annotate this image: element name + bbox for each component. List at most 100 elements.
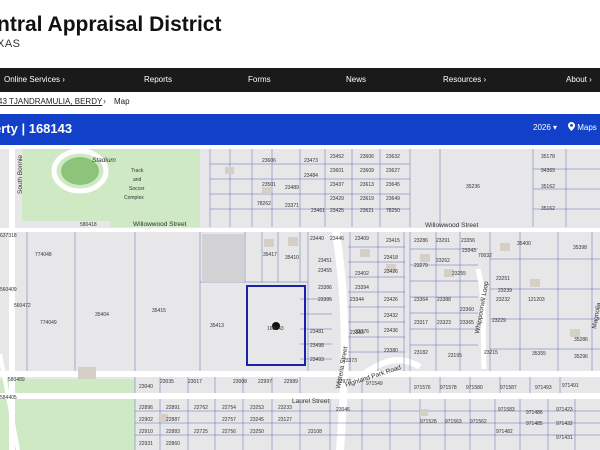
parcel-label: 23402: [355, 271, 369, 277]
parcel-label: 23250: [250, 429, 264, 435]
parcel-label: 971562: [470, 419, 487, 425]
landmark-label: Track: [131, 168, 144, 174]
parcel-label: 23429: [330, 196, 344, 202]
property-title-bar: erty | 168143 2026 ▾ Maps: [0, 114, 600, 145]
parcel-label: 23127: [278, 417, 292, 423]
breadcrumb-current: Map: [114, 97, 130, 106]
parcel-label: 22860: [166, 441, 180, 447]
site-title[interactable]: ntral Appraisal District: [0, 13, 221, 37]
parcel-label: 971491: [562, 383, 579, 389]
parcel-label: 23239: [498, 288, 512, 294]
parcel-label: 23255: [452, 271, 466, 277]
parcel-label: 971580: [466, 385, 483, 391]
parcel-label: 35404: [95, 312, 109, 318]
maps-button[interactable]: Maps: [568, 122, 597, 132]
nav-news[interactable]: News: [346, 68, 366, 92]
parcel-label: 22902: [139, 417, 153, 423]
parcel-label: 22891: [166, 405, 180, 411]
parcel-label: 23182: [414, 350, 428, 356]
parcel-label: 23364: [414, 297, 428, 303]
nav-reports[interactable]: Reports: [144, 68, 172, 92]
parcel-label: 23613: [360, 182, 374, 188]
parcel-label: 23455: [318, 268, 332, 274]
parcel-label: 23437: [330, 182, 344, 188]
parcel-label: 584405: [0, 395, 17, 401]
parcel-label: 23425: [330, 208, 344, 214]
site-subtitle: XAS: [0, 38, 21, 50]
parcel-label: 23233: [278, 405, 292, 411]
parcel-label: 22997: [258, 379, 272, 385]
parcel-label: 560409: [0, 287, 17, 293]
parcel-map[interactable]: Willowwood Street Willowwood Street Laur…: [0, 149, 600, 450]
parcel-label: 23017: [188, 379, 202, 385]
year-value: 2026: [533, 123, 551, 132]
parcel-label: 560472: [14, 303, 31, 309]
parcel-label: 971563: [445, 419, 462, 425]
parcel-label: 23446: [330, 236, 344, 242]
parcel-label: 23601: [330, 168, 344, 174]
parcel-label: 23195: [448, 353, 462, 359]
parcel-label: 22887: [166, 417, 180, 423]
parcel-label: 774048: [35, 252, 52, 258]
parcel-label: 23251: [496, 276, 510, 282]
breadcrumb-owner-link[interactable]: 43 TJANDRAMULIA, BERDY: [0, 97, 102, 106]
park-area: [0, 379, 135, 450]
parcel-label: 23481: [310, 329, 324, 335]
nav-forms[interactable]: Forms: [248, 68, 271, 92]
parcel-label: 971549: [366, 381, 383, 387]
parcel-label: 23286: [414, 238, 428, 244]
parcel-label: 580418: [80, 222, 97, 228]
landmark-label: Complex: [124, 195, 144, 201]
parcel-label: 23365: [460, 320, 474, 326]
nav-about[interactable]: About ›: [566, 68, 592, 92]
parcel-label: 23609: [360, 168, 374, 174]
parcel-label: 22896: [139, 405, 153, 411]
parcel-label: 971493: [535, 385, 552, 391]
maps-label: Maps: [577, 123, 597, 132]
nav-online-services[interactable]: Online Services ›: [4, 68, 65, 92]
parcel-label: 23649: [386, 196, 400, 202]
parcel-label: 23360: [460, 307, 474, 313]
parcel-label: 23380: [384, 348, 398, 354]
parcel-label: 23323: [437, 320, 451, 326]
map-canvas[interactable]: Willowwood Street Willowwood Street Laur…: [0, 149, 600, 450]
parcel-label: 23645: [386, 182, 400, 188]
parcel-label: 23371: [285, 203, 299, 209]
nav-label: Forms: [248, 75, 271, 84]
year-select[interactable]: 2026 ▾: [533, 123, 557, 132]
parcel-label: 23418: [384, 255, 398, 261]
parcel-label: 23432: [384, 313, 398, 319]
nav-label: News: [346, 75, 367, 84]
parcel-label: 971431: [556, 435, 573, 441]
parcel-label: 580489: [8, 377, 25, 383]
chevron-right-icon: ›: [483, 75, 487, 84]
parcel-label: 22757: [222, 417, 236, 423]
nav-resources[interactable]: Resources ›: [443, 68, 486, 92]
willowwood-street: [0, 228, 600, 232]
parcel-label: 22910: [139, 429, 153, 435]
parcel-label: 23426: [384, 297, 398, 303]
parcel-label: 971528: [420, 419, 437, 425]
breadcrumb-separator-icon: ›: [103, 96, 106, 106]
parcel-label: 23451: [318, 258, 332, 264]
lot: [202, 234, 244, 282]
parcel-label: 23440: [310, 236, 324, 242]
nav-label: Resources: [443, 75, 482, 84]
parcel-label: 22883: [166, 429, 180, 435]
parcel-label: 23343: [462, 248, 476, 254]
landmark-label: Stadium: [92, 157, 116, 164]
chevron-right-icon: ›: [62, 75, 65, 84]
nav-label: Reports: [144, 75, 173, 84]
parcel-label: 94369: [541, 168, 555, 174]
parcel-label: 23409: [355, 236, 369, 242]
nav-label: About: [566, 75, 587, 84]
parcel-label: 22989: [284, 379, 298, 385]
parcel-label: 168143: [267, 326, 284, 332]
parcel-label: 23245: [250, 417, 264, 423]
map-pin-icon: [568, 122, 575, 131]
parcel-label: 971486: [526, 410, 543, 416]
parcel-label: 23606: [262, 158, 276, 164]
landmark-label: Soccer: [129, 186, 145, 192]
parcel-label: 23229: [492, 318, 506, 324]
parcel-label: 971485: [526, 421, 543, 427]
